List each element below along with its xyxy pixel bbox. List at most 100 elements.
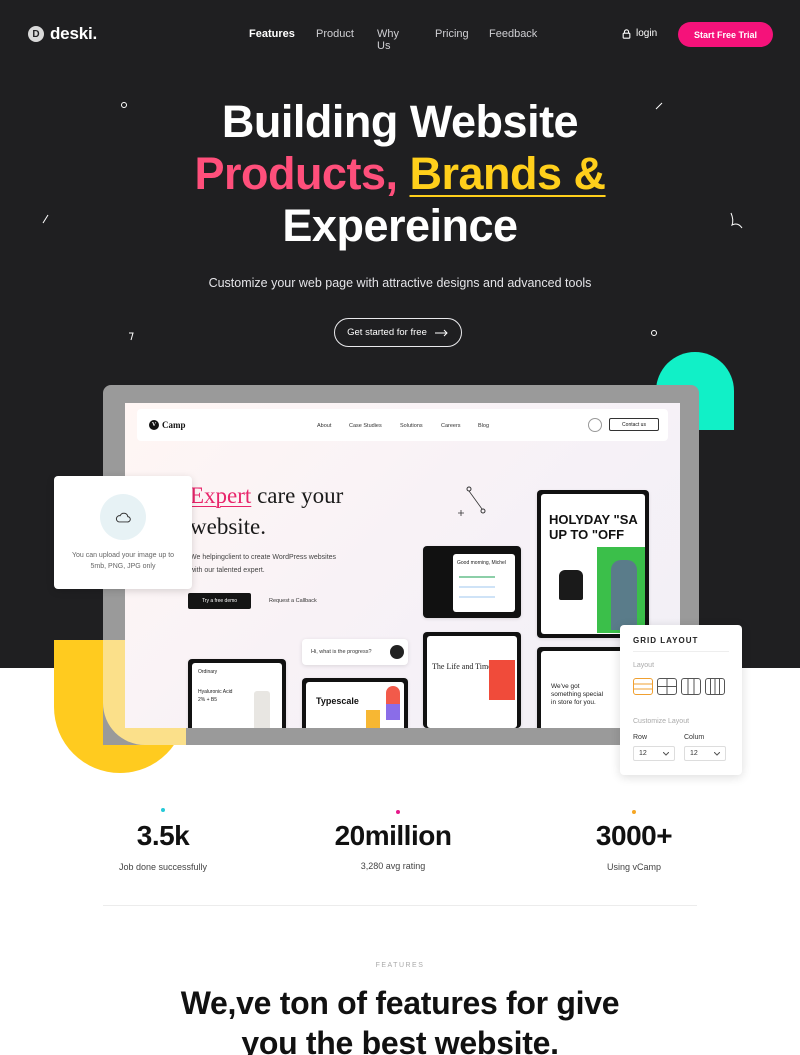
nav-link-feedback[interactable]: Feedback: [489, 28, 537, 40]
lock-icon: [622, 28, 631, 39]
mockup-body-line-1: We helpingclient to create WordPress web…: [190, 554, 337, 561]
layout-option-four-col[interactable]: [705, 678, 725, 695]
start-free-trial-button[interactable]: Start Free Trial: [678, 22, 773, 47]
stat-value-jobs: 3.5k: [136, 820, 190, 851]
layout-option-grid[interactable]: [657, 678, 677, 695]
arrow-right-icon: [434, 329, 448, 336]
mockup-greeting: Good morning, Michel: [457, 560, 506, 566]
nav-link-pricing[interactable]: Pricing: [435, 28, 469, 40]
chevron-down-icon: [714, 751, 720, 756]
mockup-special-line-3: in store for you.: [551, 699, 596, 706]
stat-dot: [632, 810, 636, 814]
mockup-callback-link: Request a Callback: [269, 598, 317, 604]
mockup-contact-button: Contact us: [609, 418, 659, 431]
mockup-product-name: Hyaluronic Acid: [198, 689, 233, 695]
chevron-down-icon: [663, 751, 669, 756]
three-column-icon: [687, 679, 695, 694]
stat-label-jobs: Job done successfully: [118, 862, 208, 872]
mockup-holyday-line-2: UP TO "OFF: [549, 527, 625, 542]
mockup-chat-text: Hi, what is the progress?: [311, 649, 372, 655]
layout-label: Layout: [633, 662, 655, 669]
get-started-label: Get started for free: [347, 327, 427, 338]
mockup-headline-accent: Expert: [190, 483, 252, 508]
mockup-product-sub: 2% + B5: [198, 697, 218, 703]
mockup-typescale: Typescale: [316, 696, 359, 706]
hero-subtitle: Customize your web page with attractive …: [208, 276, 592, 290]
decor-circle: [651, 330, 657, 336]
mockup-brand: V Camp: [149, 420, 186, 430]
mockup-body-line-2: with our talented expert.: [190, 567, 265, 574]
mockup-card-holyday: HOLYDAY "SA UP TO "OFF: [537, 490, 649, 638]
upload-hint-line-1: You can upload your image up to: [71, 552, 175, 559]
stat-value-rating: 20million: [334, 820, 452, 851]
column-select[interactable]: 12: [684, 746, 726, 761]
upload-hint-line-2: 5mb, PNG, JPG only: [90, 563, 156, 570]
get-started-button[interactable]: Get started for free: [334, 318, 462, 347]
column-label: Colum: [684, 734, 705, 741]
mockup-special-line-1: We've got: [551, 683, 580, 690]
nav-link-product[interactable]: Product: [316, 28, 354, 40]
layout-options: [633, 678, 725, 695]
mockup-menu-blog: Blog: [478, 423, 490, 429]
logo[interactable]: D deski.: [28, 24, 97, 44]
mockup-menu-careers: Careers: [441, 423, 461, 429]
row-select-value: 12: [639, 750, 647, 757]
stat-dot: [161, 808, 165, 812]
upload-card[interactable]: You can upload your image up to 5mb, PNG…: [54, 476, 192, 589]
mockup-life-title: The Life and Times: [432, 662, 495, 671]
cloud-upload-icon: [100, 494, 146, 540]
stat-label-users: Using vCamp: [606, 862, 662, 872]
mockup-body-text: We helpingclient to create WordPress web…: [190, 551, 380, 577]
mockup-special-line-2: something special: [551, 691, 604, 698]
hero-headline: Building Website Products, Brands & Expe…: [0, 96, 800, 252]
mockup-ordinary: Ordinary: [198, 669, 218, 675]
mockup-brand-text: Camp: [162, 420, 186, 430]
features-title-line-1: We,ve ton of features for give: [180, 985, 620, 1021]
nav-link-why-us[interactable]: Why Us: [377, 28, 399, 52]
mockup-card-dashboard: Good morning, Michel: [423, 546, 521, 618]
rows-layout-icon: [634, 683, 652, 690]
grid-layout-icon: [658, 679, 676, 694]
stat-value-users: 3000+: [595, 820, 673, 851]
mockup-node-decor: [458, 486, 486, 516]
mockup-logo-icon: V: [149, 420, 159, 430]
mockup-headline-line2: website.: [190, 514, 267, 539]
headline-products: Products,: [194, 148, 398, 199]
row-select[interactable]: 12: [633, 746, 675, 761]
row-label: Row: [633, 734, 648, 741]
features-title-line-2: you the best website.: [241, 1025, 559, 1055]
features-title: We,ve ton of features for give you the b…: [0, 983, 800, 1055]
login-link[interactable]: login: [622, 28, 657, 39]
send-icon: [390, 645, 404, 659]
decor-line: [42, 214, 49, 224]
logo-text: deski.: [50, 24, 97, 43]
logo-icon: D: [28, 26, 44, 42]
headline-line-2: Products, Brands &: [0, 148, 800, 200]
mockup-chat-input: Hi, what is the progress?: [302, 639, 408, 665]
divider: [633, 651, 729, 652]
mockup-headline-rest: care your: [251, 483, 344, 508]
features-eyebrow: FEATURES: [375, 962, 425, 969]
stat-label-rating: 3,280 avg rating: [360, 861, 426, 871]
login-label: login: [636, 28, 658, 39]
nav-link-features[interactable]: Features: [249, 28, 295, 40]
section-divider: [103, 905, 697, 906]
decor-line: [655, 102, 663, 110]
grid-layout-panel: GRID LAYOUT Layout Customize Layout Row …: [620, 625, 742, 775]
mockup-menu-solutions: Solutions: [400, 423, 423, 429]
headline-line-3: Expereince: [282, 200, 518, 251]
customize-layout-label: Customize Layout: [633, 718, 690, 725]
layout-option-three-col[interactable]: [681, 678, 701, 695]
decor-circle: [121, 102, 127, 108]
mockup-card-typescale: Typescale: [302, 678, 408, 728]
decor-squiggle: [730, 212, 743, 229]
decor-line: [129, 332, 134, 341]
mockup-card-life: The Life and Times: [423, 632, 521, 728]
stat-dot: [396, 810, 400, 814]
mockup-holyday-line-1: HOLYDAY "SA: [549, 512, 638, 527]
mockup-menu-case-studies: Case Studies: [349, 423, 382, 429]
layout-option-rows[interactable]: [633, 678, 653, 695]
mockup-menu-about: About: [317, 423, 332, 429]
mockup-demo-button: Try a free demo: [188, 593, 251, 609]
mockup-card-product: Ordinary Hyaluronic Acid 2% + B5: [188, 659, 286, 728]
